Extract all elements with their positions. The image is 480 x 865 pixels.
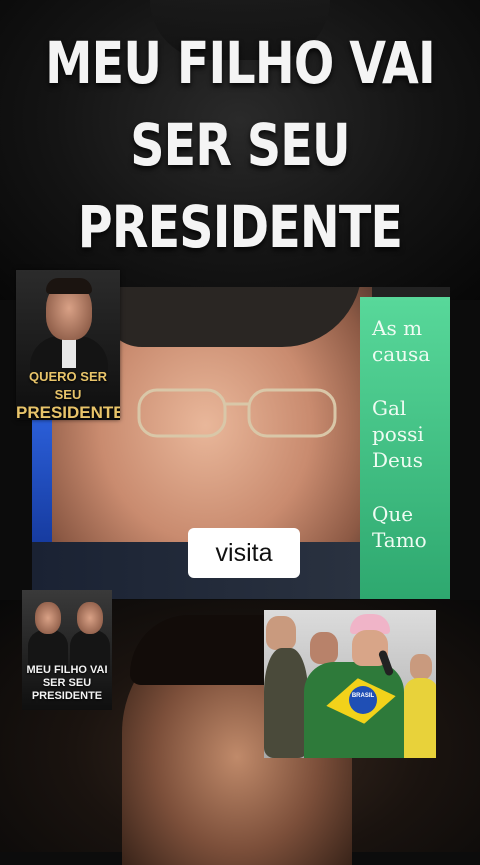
rally-person-2-face [310,632,338,664]
thumbnail-rally-photo[interactable]: BRASIL [264,610,436,758]
rally-person-4-face [410,654,432,680]
panel-line-5: Deus [372,448,424,472]
thumb2-text: MEU FILHO VAI SER SEU PRESIDENTE [22,664,112,703]
thumb1-line-1: QUERO SER SEU [28,369,107,402]
headline: MEU FILHO VAI SER SEU PRESIDENTE [43,22,437,268]
panel-line-1: As m [372,316,423,340]
headline-line-3: PRESIDENTE [77,193,403,261]
thumbnail-meu-filho-vai[interactable]: MEU FILHO VAI SER SEU PRESIDENTE [22,590,112,710]
thumb1-line-2: PRESIDENTE [16,403,120,421]
thumbnail-quero-ser-seu-presidente[interactable]: QUERO SER SEU PRESIDENTE [16,270,120,420]
panel-line-4: possi [372,422,424,446]
thumb2-person-right-face [77,602,103,634]
thumb2-line-1: MEU FILHO VAI [26,664,108,676]
panel-line-2: causa [372,342,431,366]
rally-yellow-jacket [404,678,436,758]
video-text-panel: As m causa Gal possi Deus Que Tamo [360,297,450,599]
headline-line-2: SER SEU [130,111,350,179]
panel-line-3: Gal [372,396,407,420]
glasses-icon [137,388,337,438]
thumb2-line-2: SER SEU [42,677,92,689]
panel-line-6: Que [372,502,414,526]
rally-shirt-logo: BRASIL [349,686,377,714]
rally-person-1-face [266,616,296,650]
caption-sticker: visita [188,528,300,578]
thumb2-person-left-face [35,602,61,634]
thumb1-shirt [62,338,76,368]
thumb1-text: QUERO SER SEU PRESIDENTE [16,368,120,420]
thumb1-hair [46,278,92,294]
rally-person-1-body [264,648,308,758]
panel-line-7: Tamo [372,528,427,552]
thumb2-line-3: PRESIDENTE [31,690,103,702]
headline-line-1: MEU FILHO VAI [45,29,436,97]
